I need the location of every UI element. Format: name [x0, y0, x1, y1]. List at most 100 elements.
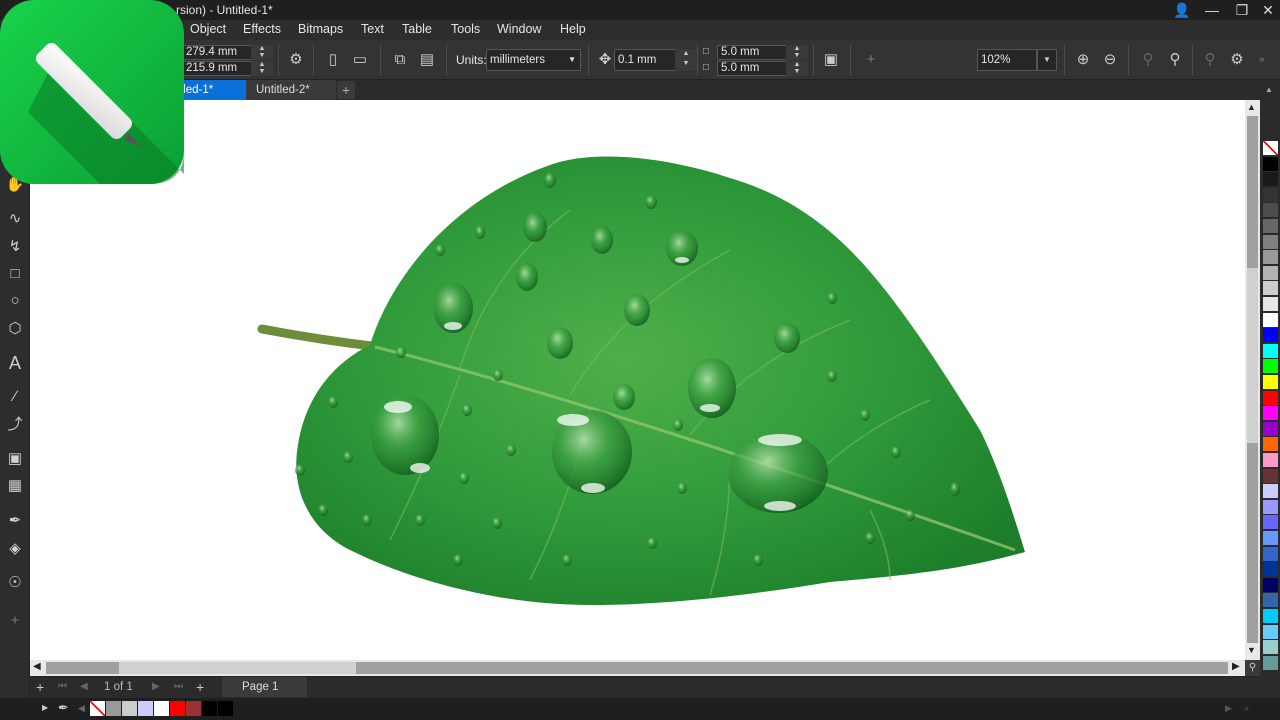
menu-tools[interactable]: Tools — [451, 22, 480, 36]
current-page-icon[interactable]: ▤ — [416, 49, 438, 71]
units-select[interactable]: millimeters ▼ — [486, 49, 581, 71]
menu-bitmaps[interactable]: Bitmaps — [298, 22, 343, 36]
horizontal-scroll-thumb[interactable] — [119, 662, 356, 674]
add-icon[interactable]: + — [860, 49, 882, 71]
color-swatch[interactable] — [1263, 390, 1278, 406]
parallel-dimension-tool-icon[interactable]: ∕ — [4, 386, 26, 408]
scroll-left-icon[interactable]: ◀ — [33, 661, 41, 672]
drawing-canvas[interactable] — [30, 100, 1245, 660]
color-swatch[interactable] — [1263, 484, 1278, 500]
vertical-scroll-thumb-upper[interactable] — [1247, 116, 1258, 268]
text-tool-icon[interactable]: A — [4, 352, 26, 374]
first-page-icon[interactable]: ⏮ — [58, 681, 67, 692]
restore-button[interactable]: ❐ — [1228, 0, 1256, 20]
no-color-swatch[interactable] — [1263, 141, 1278, 156]
color-swatch[interactable] — [1263, 437, 1278, 453]
color-swatch[interactable] — [1263, 297, 1278, 312]
color-swatch[interactable] — [1263, 609, 1278, 624]
connector-tool-icon[interactable]: ⤴ — [4, 414, 26, 436]
nudge-field[interactable]: 0.1 mm — [614, 49, 676, 71]
account-icon[interactable]: 👤 — [1168, 0, 1196, 20]
color-swatch[interactable] — [1263, 219, 1278, 234]
doc-palette-right-icon[interactable]: ▶ — [1225, 703, 1232, 714]
doc-palette-left-icon[interactable]: ◀ — [78, 703, 85, 714]
doc-palette-end-icon[interactable]: » — [1244, 703, 1249, 713]
zoom-level-field[interactable]: 102% — [977, 49, 1037, 71]
nudge-spinner[interactable]: ▲ ▼ — [675, 49, 697, 71]
color-swatch[interactable] — [1263, 265, 1278, 281]
color-swatch[interactable] — [1263, 187, 1278, 203]
color-swatch[interactable] — [1263, 343, 1278, 359]
scroll-down-icon[interactable]: ▼ — [1247, 645, 1256, 655]
color-swatch[interactable] — [1263, 172, 1278, 188]
duplicate-x-spinner[interactable]: ▲ ▼ — [786, 45, 808, 60]
color-swatch[interactable] — [1263, 640, 1278, 656]
color-swatch[interactable] — [1263, 453, 1278, 468]
add-page-after-icon[interactable]: + — [196, 679, 204, 695]
menu-effects[interactable]: Effects — [243, 22, 281, 36]
color-swatch[interactable] — [1263, 593, 1278, 609]
color-swatch[interactable] — [1263, 281, 1278, 297]
color-swatch[interactable] — [1263, 203, 1278, 219]
zoom-dropdown-chevron-icon[interactable]: ▼ — [1037, 49, 1057, 71]
navigator-zoom-icon[interactable]: ⚲ — [1245, 660, 1260, 676]
transparency-tool-icon[interactable]: ▦ — [4, 475, 26, 497]
duplicate-x-field[interactable]: 5.0 mm — [717, 45, 787, 60]
color-swatch[interactable] — [1263, 312, 1278, 328]
smart-draw-tool-icon[interactable]: ↯ — [4, 236, 26, 258]
page-width-spinner[interactable]: ▲ ▼ — [251, 45, 273, 60]
add-page-before-icon[interactable]: + — [36, 679, 44, 695]
portrait-icon[interactable]: ▯ — [322, 49, 344, 71]
doc-color-swatch[interactable] — [122, 701, 137, 716]
scroll-right-icon[interactable]: ▶ — [1232, 661, 1240, 672]
ellipse-tool-icon[interactable]: ○ — [4, 290, 26, 312]
color-swatch[interactable] — [1263, 421, 1278, 437]
color-swatch[interactable] — [1263, 577, 1278, 593]
rectangle-tool-icon[interactable]: □ — [4, 263, 26, 285]
eyedropper-tool-icon[interactable]: ✒ — [4, 510, 26, 532]
page-height-spinner[interactable]: ▲ ▼ — [251, 61, 273, 76]
color-swatch[interactable] — [1263, 234, 1278, 250]
page-border-icon[interactable]: ▣ — [820, 49, 842, 71]
freehand-tool-icon[interactable]: ∿ — [4, 208, 26, 230]
menu-window[interactable]: Window — [497, 22, 541, 36]
color-swatch[interactable] — [1263, 359, 1278, 375]
status-expand-icon[interactable]: ▶ — [42, 703, 48, 712]
color-swatch[interactable] — [1263, 375, 1278, 390]
duplicate-y-spinner[interactable]: ▲ ▼ — [786, 61, 808, 76]
zoom-out-icon[interactable]: ⊖ — [1099, 49, 1121, 71]
doc-color-swatch[interactable] — [186, 701, 201, 716]
add-tool-icon[interactable]: + — [4, 610, 26, 632]
color-swatch[interactable] — [1263, 156, 1278, 172]
more-options-icon[interactable]: » — [1259, 54, 1265, 65]
smart-fill-tool-icon[interactable]: ☉ — [4, 572, 26, 594]
color-swatch[interactable] — [1263, 531, 1278, 546]
duplicate-y-field[interactable]: 5.0 mm — [717, 61, 787, 76]
last-page-icon[interactable]: ⏭ — [174, 681, 183, 692]
doc-color-swatch[interactable] — [154, 701, 169, 716]
color-swatch[interactable] — [1263, 468, 1278, 484]
zoom-selected-icon[interactable]: ⚲ — [1137, 49, 1159, 71]
leaf-image[interactable] — [30, 100, 1245, 660]
color-swatch[interactable] — [1263, 499, 1278, 515]
color-swatch[interactable] — [1263, 406, 1278, 422]
vertical-scroll-thumb[interactable] — [1247, 268, 1258, 443]
zoom-in-icon[interactable]: ⊕ — [1072, 49, 1094, 71]
tab-untitled-2[interactable]: Untitled-2* — [246, 80, 336, 100]
new-tab-button[interactable]: + — [337, 81, 355, 99]
zoom-page-icon[interactable]: ⚲ — [1199, 49, 1221, 71]
polygon-tool-icon[interactable]: ⬡ — [4, 318, 26, 340]
color-swatch[interactable] — [1263, 562, 1278, 578]
next-page-icon[interactable]: ▶ — [152, 681, 160, 692]
color-swatch[interactable] — [1263, 250, 1278, 266]
previous-page-icon[interactable]: ◀ — [80, 681, 88, 692]
page-tab-1[interactable]: Page 1 — [222, 677, 307, 697]
doc-color-swatch[interactable] — [138, 701, 153, 716]
page-width-field[interactable]: 279.4 mm — [182, 45, 252, 60]
color-swatch[interactable] — [1263, 515, 1278, 531]
scroll-up-icon[interactable]: ▲ — [1247, 102, 1256, 112]
close-button[interactable]: ✕ — [1254, 0, 1280, 20]
doc-color-swatch[interactable] — [170, 701, 185, 716]
all-pages-icon[interactable]: ⧉ — [389, 49, 411, 71]
transform-icon[interactable]: ⚙ — [285, 49, 307, 71]
